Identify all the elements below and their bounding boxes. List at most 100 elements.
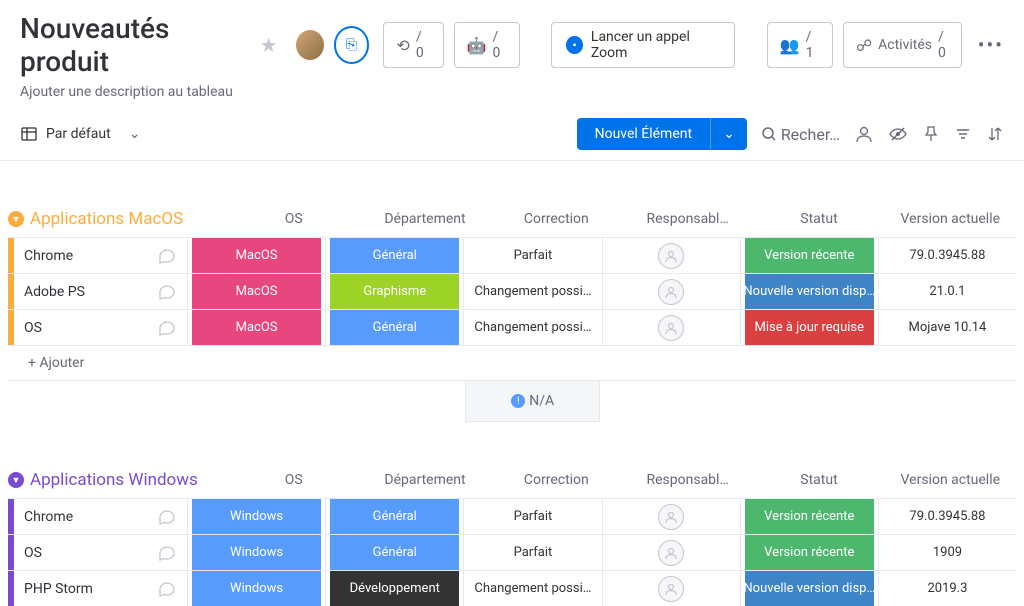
status-cell[interactable]: Version récente bbox=[741, 499, 879, 534]
filter-icon[interactable] bbox=[954, 125, 972, 143]
group-title: Applications Windows bbox=[30, 470, 198, 490]
responsible-cell[interactable] bbox=[603, 310, 741, 345]
chevron-down-icon[interactable]: ⌄ bbox=[710, 118, 747, 150]
board-description[interactable]: Ajouter une description au tableau bbox=[20, 84, 1004, 100]
os-cell[interactable]: MacOS bbox=[188, 274, 326, 309]
dept-cell[interactable]: Général bbox=[326, 238, 464, 273]
zoom-icon: ▪ bbox=[566, 36, 583, 54]
dept-cell[interactable]: Développement bbox=[326, 571, 464, 606]
hide-icon[interactable] bbox=[888, 124, 908, 144]
column-header[interactable]: Responsabl… bbox=[622, 462, 753, 498]
view-selector[interactable]: Par défaut ⌄ bbox=[20, 125, 140, 143]
board-title[interactable]: Nouveautés produit bbox=[20, 12, 250, 78]
dept-cell[interactable]: Général bbox=[326, 535, 464, 570]
correction-cell[interactable]: Changement possi… bbox=[464, 310, 602, 345]
table-row[interactable]: PHP Storm Windows Développement Changeme… bbox=[8, 570, 1016, 606]
os-cell[interactable]: Windows bbox=[188, 571, 326, 606]
column-header[interactable]: OS bbox=[228, 201, 359, 237]
responsible-cell[interactable] bbox=[603, 571, 741, 606]
column-header[interactable]: Correction bbox=[491, 201, 622, 237]
table-row[interactable]: OS MacOS Général Changement possi… Mise … bbox=[8, 309, 1016, 345]
os-cell[interactable]: MacOS bbox=[188, 238, 326, 273]
correction-cell[interactable]: Parfait bbox=[464, 238, 602, 273]
chat-icon[interactable] bbox=[157, 579, 177, 599]
chat-icon[interactable] bbox=[157, 507, 177, 527]
table-row[interactable]: Adobe PS MacOS Graphisme Changement poss… bbox=[8, 273, 1016, 309]
version-cell[interactable]: 21.0.1 bbox=[879, 274, 1016, 309]
dept-cell[interactable]: Général bbox=[326, 310, 464, 345]
chat-icon[interactable] bbox=[157, 543, 177, 563]
pill-activities[interactable]: ☍Activités/ 0 bbox=[843, 22, 962, 68]
group-header: ▼ Applications MacOS OSDépartementCorrec… bbox=[8, 201, 1016, 237]
responsible-cell[interactable] bbox=[603, 535, 741, 570]
caret-icon[interactable]: ▼ bbox=[8, 472, 24, 488]
row-name-cell[interactable]: OS bbox=[14, 535, 188, 570]
version-cell[interactable]: 2019.3 bbox=[879, 571, 1016, 606]
pill-link[interactable]: ⟲/ 0 bbox=[383, 22, 443, 68]
correction-cell[interactable]: Parfait bbox=[464, 535, 602, 570]
responsible-cell[interactable] bbox=[603, 499, 741, 534]
column-header[interactable]: Version actuelle bbox=[885, 462, 1016, 498]
avatar[interactable] bbox=[296, 30, 324, 60]
version-cell[interactable]: 1909 bbox=[879, 535, 1016, 570]
status-cell[interactable]: Nouvelle version disp… bbox=[741, 274, 879, 309]
person-icon bbox=[658, 279, 684, 305]
pill-people[interactable]: 👥/ 1 bbox=[767, 22, 833, 68]
row-name-cell[interactable]: Chrome bbox=[14, 238, 188, 273]
group-title-wrap[interactable]: ▼ Applications MacOS bbox=[8, 209, 228, 229]
summary-row: !N/A bbox=[8, 381, 1016, 422]
os-cell[interactable]: Windows bbox=[188, 499, 326, 534]
correction-cell[interactable]: Changement possi… bbox=[464, 274, 602, 309]
person-filter-icon[interactable] bbox=[854, 124, 874, 144]
group-title: Applications MacOS bbox=[30, 209, 183, 229]
group-title-wrap[interactable]: ▼ Applications Windows bbox=[8, 470, 228, 490]
column-header[interactable]: Version actuelle bbox=[885, 201, 1016, 237]
os-cell[interactable]: Windows bbox=[188, 535, 326, 570]
os-cell[interactable]: MacOS bbox=[188, 310, 326, 345]
column-header[interactable]: Département bbox=[359, 201, 490, 237]
table-row[interactable]: OS Windows Général Parfait Version récen… bbox=[8, 534, 1016, 570]
sort-icon[interactable] bbox=[986, 125, 1004, 143]
caret-icon[interactable]: ▼ bbox=[8, 211, 24, 227]
zoom-button[interactable]: ▪ Lancer un appel Zoom bbox=[551, 22, 735, 68]
status-cell[interactable]: Mise à jour requise bbox=[741, 310, 879, 345]
star-icon[interactable]: ★ bbox=[260, 33, 278, 57]
more-icon[interactable]: ••• bbox=[978, 33, 1004, 57]
search-button[interactable]: Recher… bbox=[761, 125, 840, 144]
correction-cell[interactable]: Parfait bbox=[464, 499, 602, 534]
row-name-cell[interactable]: Adobe PS bbox=[14, 274, 188, 309]
status-cell[interactable]: Version récente bbox=[741, 238, 879, 273]
table-row[interactable]: Chrome MacOS Général Parfait Version réc… bbox=[8, 237, 1016, 273]
pill-robot[interactable]: 🤖/ 0 bbox=[454, 22, 520, 68]
chat-icon[interactable] bbox=[157, 282, 177, 302]
column-header[interactable]: Département bbox=[359, 462, 490, 498]
status-cell[interactable]: Version récente bbox=[741, 535, 879, 570]
new-item-button[interactable]: Nouvel Élément ⌄ bbox=[577, 118, 747, 150]
column-header[interactable]: Statut bbox=[753, 462, 884, 498]
chat-icon[interactable] bbox=[157, 318, 177, 338]
add-row[interactable]: + Ajouter bbox=[8, 345, 1016, 381]
pin-icon[interactable] bbox=[922, 125, 940, 143]
summary-cell: !N/A bbox=[465, 381, 600, 422]
member-badge[interactable]: ⎘ bbox=[334, 26, 370, 64]
column-header[interactable]: Responsabl… bbox=[622, 201, 753, 237]
chat-icon[interactable] bbox=[157, 246, 177, 266]
row-name-cell[interactable]: PHP Storm bbox=[14, 571, 188, 606]
row-name-cell[interactable]: OS bbox=[14, 310, 188, 345]
responsible-cell[interactable] bbox=[603, 274, 741, 309]
person-icon bbox=[658, 504, 684, 530]
version-cell[interactable]: 79.0.3945.88 bbox=[879, 238, 1016, 273]
column-header[interactable]: OS bbox=[228, 462, 359, 498]
group: ▼ Applications Windows OSDépartementCorr… bbox=[8, 462, 1016, 606]
row-name-cell[interactable]: Chrome bbox=[14, 499, 188, 534]
responsible-cell[interactable] bbox=[603, 238, 741, 273]
column-header[interactable]: Correction bbox=[491, 462, 622, 498]
correction-cell[interactable]: Changement possi… bbox=[464, 571, 602, 606]
dept-cell[interactable]: Graphisme bbox=[326, 274, 464, 309]
column-header[interactable]: Statut bbox=[753, 201, 884, 237]
dept-cell[interactable]: Général bbox=[326, 499, 464, 534]
status-cell[interactable]: Nouvelle version disp… bbox=[741, 571, 879, 606]
version-cell[interactable]: 79.0.3945.88 bbox=[879, 499, 1016, 534]
version-cell[interactable]: Mojave 10.14 bbox=[879, 310, 1016, 345]
table-row[interactable]: Chrome Windows Général Parfait Version r… bbox=[8, 498, 1016, 534]
